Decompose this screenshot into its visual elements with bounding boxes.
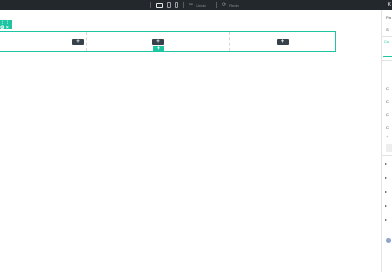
add-widget-button[interactable]: + [276, 38, 289, 45]
help-icon[interactable] [386, 238, 391, 243]
accordion-chevron-icon[interactable]: ▸ [385, 217, 387, 222]
panel-option[interactable]: C [386, 112, 389, 117]
settings-panel: Pa S Co C C C C + ▸ ▸ ▸ ▸ ▸ [381, 10, 392, 272]
panel-divider [382, 36, 392, 37]
accordion-chevron-icon[interactable]: ▸ [385, 203, 387, 208]
panel-back-link[interactable]: S [386, 27, 389, 32]
redo-icon: ⟳ [222, 2, 227, 8]
toolbar-divider [183, 2, 184, 8]
undo-button[interactable]: ✂ Undo [189, 0, 206, 10]
desktop-icon[interactable] [156, 2, 163, 8]
panel-divider [382, 60, 392, 61]
top-toolbar: ✂ Undo ⟳ Redo K [0, 0, 392, 10]
redo-button[interactable]: ⟳ Redo [222, 0, 239, 10]
section-row: + + + [0, 31, 336, 52]
column-3: + [230, 32, 335, 51]
tablet-icon[interactable] [167, 2, 171, 8]
add-widget-button[interactable]: + [152, 38, 164, 45]
section-handle[interactable]: ⋮⋮ ⚙ × [0, 19, 12, 31]
accordion-chevron-icon[interactable]: ▸ [385, 175, 387, 180]
redo-label: Redo [229, 2, 239, 8]
active-tab-indicator [383, 56, 392, 57]
panel-divider [382, 155, 392, 156]
toolbar-right-label[interactable]: K [388, 0, 391, 10]
column-1: + [0, 32, 87, 51]
accordion-chevron-icon[interactable]: ▸ [385, 189, 387, 194]
panel-add-item[interactable]: + [386, 134, 388, 139]
toolbar-divider [150, 2, 151, 8]
device-switcher [156, 0, 182, 10]
panel-title: Pa [386, 15, 391, 20]
mobile-icon[interactable] [175, 2, 178, 8]
undo-icon: ✂ [189, 2, 194, 8]
undo-label: Undo [196, 2, 206, 8]
panel-option[interactable]: C [386, 86, 389, 91]
panel-option[interactable]: C [386, 125, 389, 130]
toolbar-divider [216, 2, 217, 8]
panel-option[interactable]: C [386, 99, 389, 104]
panel-input[interactable] [386, 144, 392, 152]
add-widget-button[interactable]: + [72, 38, 84, 45]
add-section-button[interactable]: + [153, 46, 164, 52]
panel-tab-content[interactable]: Co [384, 39, 389, 44]
accordion-chevron-icon[interactable]: ▸ [385, 161, 387, 166]
